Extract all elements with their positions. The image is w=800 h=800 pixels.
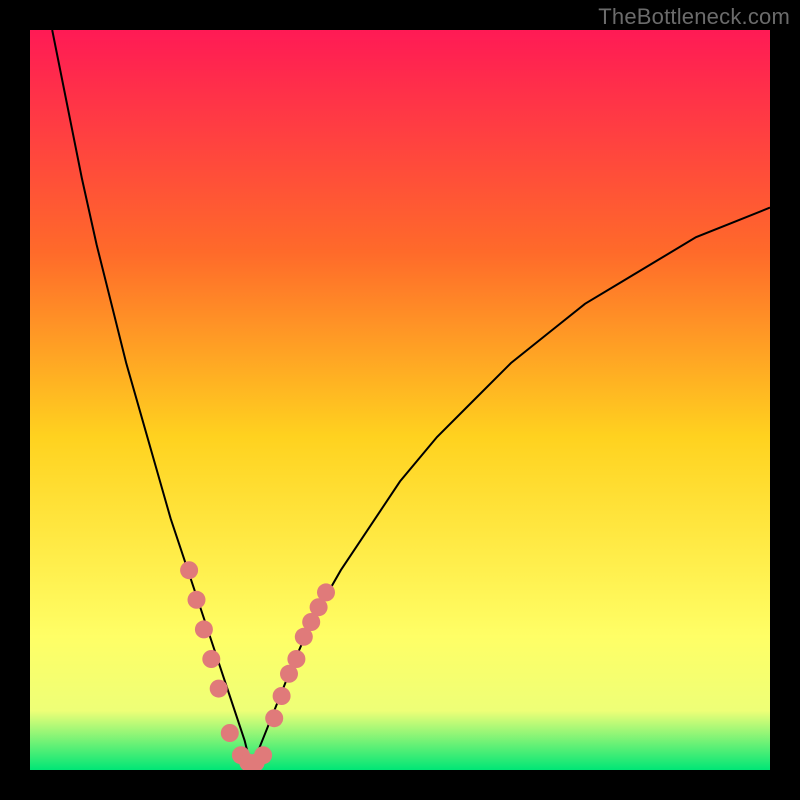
sample-dot [273, 687, 291, 705]
sample-dot [317, 583, 335, 601]
sample-dot [254, 746, 272, 764]
sample-dot [287, 650, 305, 668]
bottleneck-curve-svg [30, 30, 770, 770]
sample-dot [180, 561, 198, 579]
sample-dot [210, 680, 228, 698]
sample-dot [202, 650, 220, 668]
chart-frame: { "watermark": "TheBottleneck.com", "col… [0, 0, 800, 800]
sample-dot [221, 724, 239, 742]
sample-dot [195, 620, 213, 638]
watermark-text: TheBottleneck.com [598, 4, 790, 30]
sample-dot [265, 709, 283, 727]
gradient-background [30, 30, 770, 770]
sample-dot [188, 591, 206, 609]
plot-area [30, 30, 770, 770]
